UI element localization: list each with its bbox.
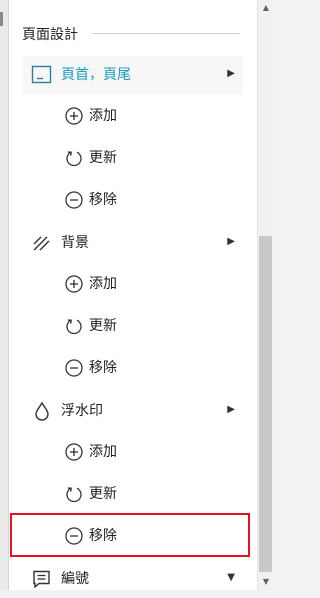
header-footer-add-label: 添加	[89, 108, 117, 124]
header-footer-update-label: 更新	[89, 150, 117, 166]
highlight-box	[10, 513, 250, 557]
header-footer-remove[interactable]: 移除	[64, 182, 224, 218]
section-header: 頁面設計	[22, 22, 240, 44]
section-divider	[92, 33, 240, 34]
minus-circle-icon	[64, 358, 84, 378]
refresh-icon	[64, 148, 84, 168]
background-add[interactable]: 添加	[64, 266, 224, 302]
chevron-right-icon: ▶	[227, 404, 235, 415]
plus-circle-icon	[64, 442, 84, 462]
menu-background[interactable]: 背景 ▶	[23, 224, 243, 262]
plus-circle-icon	[64, 106, 84, 126]
background-remove-label: 移除	[89, 360, 117, 376]
watermark-add[interactable]: 添加	[64, 434, 224, 470]
scroll-down-icon[interactable]: ▼	[258, 574, 274, 590]
menu-header-footer[interactable]: 頁首，頁尾 ▶	[23, 56, 243, 94]
watermark-update-label: 更新	[89, 486, 117, 502]
scrollbar-thumb[interactable]	[259, 236, 272, 572]
left-edge-strip	[0, 0, 9, 590]
left-edge-marker	[0, 12, 3, 26]
section-title: 頁面設計	[22, 27, 78, 43]
plus-circle-icon	[64, 274, 84, 294]
scroll-up-icon[interactable]: ▲	[258, 0, 274, 16]
background-remove[interactable]: 移除	[64, 350, 224, 386]
watermark-add-label: 添加	[89, 444, 117, 460]
watermark-drop-icon	[31, 401, 53, 421]
menu-background-label: 背景	[61, 235, 89, 251]
minus-circle-icon	[64, 190, 84, 210]
chevron-right-icon: ▶	[227, 68, 235, 79]
numbering-icon	[31, 569, 53, 589]
header-footer-update[interactable]: 更新	[64, 140, 224, 176]
menu-header-footer-label: 頁首，頁尾	[61, 67, 131, 83]
chevron-down-icon: ▼	[227, 572, 235, 583]
background-update-label: 更新	[89, 318, 117, 334]
header-footer-icon	[31, 65, 53, 85]
header-footer-remove-label: 移除	[89, 192, 117, 208]
refresh-icon	[64, 316, 84, 336]
background-icon	[31, 233, 53, 253]
vertical-scrollbar[interactable]: ▲ ▼	[257, 0, 274, 590]
menu-numbering[interactable]: 編號 ▼	[23, 560, 243, 598]
menu-watermark-label: 浮水印	[61, 403, 103, 419]
header-footer-add[interactable]: 添加	[64, 98, 224, 134]
background-add-label: 添加	[89, 276, 117, 292]
menu-watermark[interactable]: 浮水印 ▶	[23, 392, 243, 430]
chevron-right-icon: ▶	[227, 236, 235, 247]
refresh-icon	[64, 484, 84, 504]
watermark-update[interactable]: 更新	[64, 476, 224, 512]
background-update[interactable]: 更新	[64, 308, 224, 344]
menu-numbering-label: 編號	[61, 571, 89, 587]
